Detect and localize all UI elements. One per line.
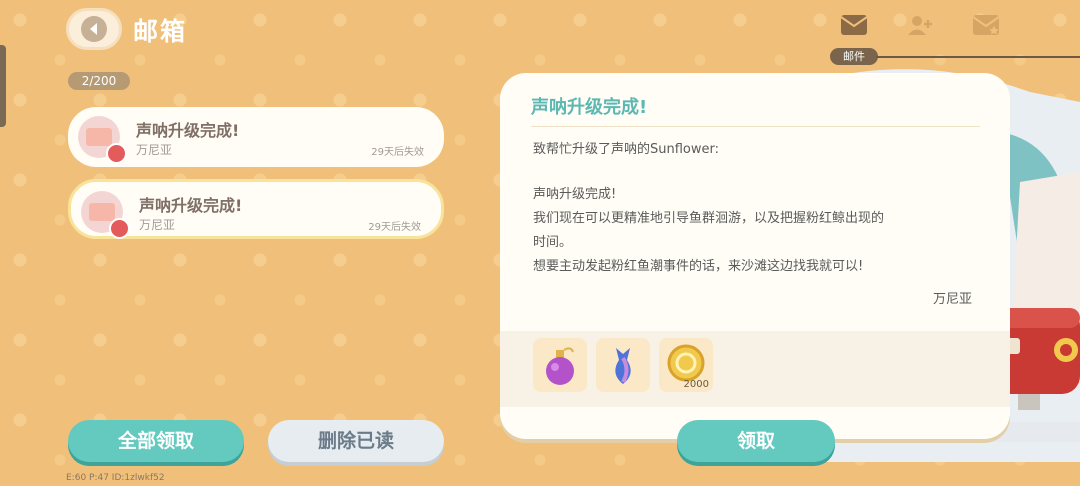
claim-all-button[interactable]: 全部领取 — [68, 420, 244, 462]
reward-item[interactable] — [533, 338, 587, 392]
detail-title: 声呐升级完成! — [531, 97, 648, 118]
detail-greeting: 致帮忙升级了声呐的Sunflower: — [533, 142, 719, 157]
mail-title: 声呐升级完成! — [139, 196, 243, 215]
detail-body: 声呐升级完成! 我们现在可以更精准地引导鱼群洄游，以及把握粉红鲸出现的 时间。 … — [533, 183, 973, 279]
body-line: 想要主动发起粉红鱼潮事件的话，来沙滩这边找我就可以! — [533, 259, 864, 274]
perfume-bottle-icon — [546, 347, 574, 385]
mail-sender: 万尼亚 — [136, 143, 173, 157]
page-title: 邮箱 — [133, 17, 188, 46]
mail-envelope-icon — [81, 191, 130, 239]
mail-expire: 29天后失效 — [368, 222, 421, 233]
tab-mail[interactable]: 邮件 — [830, 48, 878, 65]
mail-envelope-icon — [78, 116, 127, 164]
body-line: 声呐升级完成! — [533, 187, 617, 202]
mail-expire: 29天后失效 — [371, 147, 424, 158]
reward-item[interactable] — [596, 338, 650, 392]
back-arrow-icon — [81, 16, 107, 42]
mail-count-badge: 2/200 — [68, 72, 130, 90]
back-button[interactable] — [66, 8, 122, 50]
mail-list-item-selected[interactable]: 声呐升级完成! 万尼亚 29天后失效 — [68, 179, 444, 239]
add-friend-icon[interactable] — [906, 14, 934, 36]
mail-list-item[interactable]: 声呐升级完成! 万尼亚 29天后失效 — [68, 107, 444, 167]
side-handle[interactable] — [0, 45, 6, 127]
body-line: 时间。 — [533, 235, 573, 250]
reward-strip: 2000 — [500, 331, 1010, 407]
debug-info: E:60 P:47 ID:1zlwkf52 — [66, 473, 165, 483]
reward-count: 2000 — [683, 379, 709, 390]
unread-dot-icon — [109, 218, 130, 239]
mail-sender: 万尼亚 — [139, 218, 176, 232]
favorite-mail-icon[interactable] — [972, 14, 1000, 36]
delete-read-button[interactable]: 删除已读 — [268, 420, 444, 462]
mail-title: 声呐升级完成! — [136, 121, 240, 140]
detail-signature: 万尼亚 — [932, 292, 972, 307]
mermaid-tail-vase-icon — [615, 348, 631, 384]
unread-dot-icon — [106, 143, 127, 164]
claim-button[interactable]: 领取 — [677, 420, 835, 462]
divider — [531, 126, 980, 127]
body-line: 我们现在可以更精准地引导鱼群洄游，以及把握粉红鲸出现的 — [533, 211, 885, 226]
mail-detail-panel: 声呐升级完成! 致帮忙升级了声呐的Sunflower: 声呐升级完成! 我们现在… — [500, 73, 1010, 439]
mail-tab-icon[interactable] — [840, 14, 868, 36]
tab-underline — [876, 56, 1080, 58]
reward-item[interactable]: 2000 — [659, 338, 713, 392]
